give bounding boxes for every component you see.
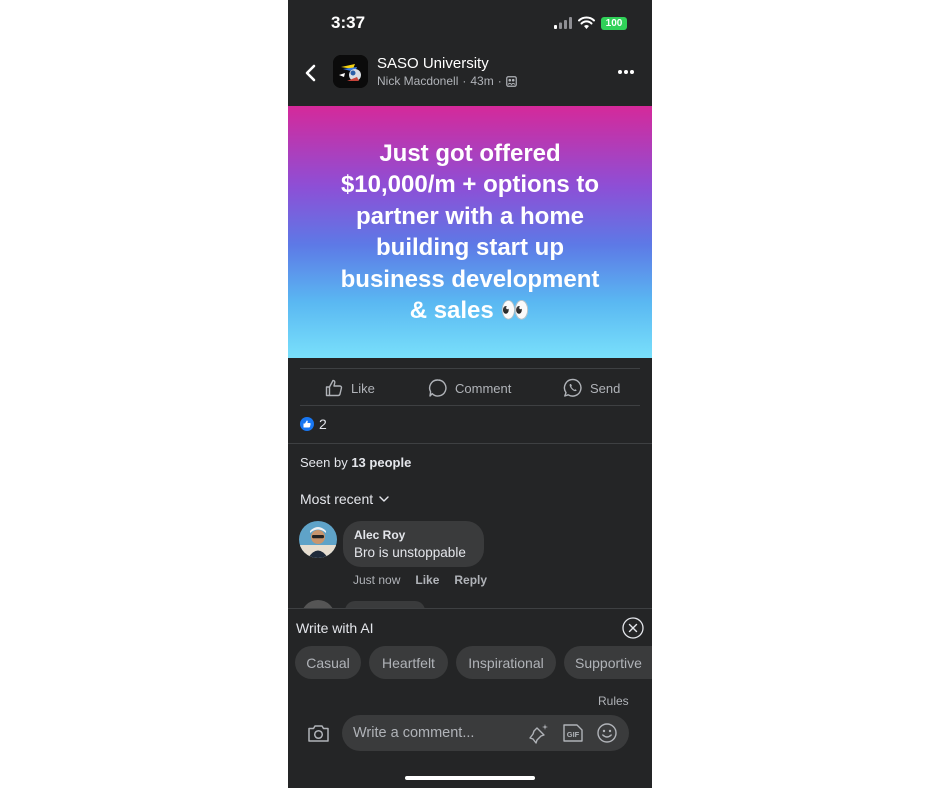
- ai-chip-casual[interactable]: Casual: [295, 646, 361, 679]
- post-actions-bar: Like Comment Send: [300, 368, 640, 406]
- reaction-count: 2: [319, 416, 327, 432]
- comment-bubble[interactable]: Alec Roy Bro is unstoppable: [343, 521, 484, 567]
- seen-prefix: Seen by: [300, 455, 352, 470]
- close-icon[interactable]: [622, 617, 644, 639]
- seen-by[interactable]: Seen by 13 people: [300, 455, 411, 470]
- battery-indicator: 100: [601, 17, 627, 30]
- comment-reply-link[interactable]: Reply: [454, 573, 487, 587]
- comment-composer[interactable]: GIF: [342, 715, 629, 751]
- phone-screen: 3:37 100 SASO University Nick Macdonell …: [288, 0, 652, 788]
- more-options-icon[interactable]: [617, 68, 635, 76]
- ai-sparkle-pin-icon[interactable]: [528, 722, 550, 744]
- home-indicator: [405, 776, 535, 780]
- status-bar: 3:37 100: [288, 0, 652, 46]
- post-header: SASO University Nick Macdonell · 43m ·: [288, 46, 652, 104]
- sort-dropdown[interactable]: Most recent: [300, 491, 389, 507]
- camera-icon[interactable]: [307, 723, 330, 743]
- like-reaction-icon: [300, 417, 314, 431]
- seen-count: 13 people: [351, 455, 412, 470]
- cellular-signal-icon: [554, 17, 572, 29]
- divider: [288, 443, 652, 444]
- svg-text:GIF: GIF: [567, 730, 580, 739]
- post-content[interactable]: Just got offered $10,000/m + options to …: [288, 106, 652, 358]
- meta-separator: ·: [497, 74, 502, 88]
- emoji-icon[interactable]: [596, 722, 618, 744]
- comment-label: Comment: [455, 380, 512, 396]
- comment-like-link[interactable]: Like: [415, 573, 439, 587]
- reactions-summary[interactable]: 2: [300, 416, 327, 432]
- post-text: Just got offered $10,000/m + options to …: [340, 139, 600, 325]
- back-arrow-icon[interactable]: [302, 63, 320, 83]
- post-time: 43m: [470, 74, 494, 88]
- comment-meta: Just now Like Reply: [353, 573, 487, 587]
- like-label: Like: [351, 380, 375, 396]
- sort-label: Most recent: [300, 491, 374, 507]
- write-with-ai-panel: Write with AI Casual Heartfelt Inspirati…: [288, 608, 652, 788]
- comment-text: Bro is unstoppable: [354, 545, 466, 560]
- comment-input[interactable]: [353, 715, 523, 751]
- avatar-photo: [299, 521, 337, 558]
- ai-panel-title: Write with AI: [296, 620, 374, 636]
- group-name[interactable]: SASO University: [377, 55, 489, 72]
- meta-separator: ·: [462, 74, 467, 88]
- comment-time: Just now: [353, 573, 401, 587]
- comment-bubble-icon: [428, 379, 447, 397]
- chevron-down-icon: [379, 496, 389, 502]
- post-meta: Nick Macdonell · 43m ·: [377, 74, 517, 88]
- ai-chip-supportive[interactable]: Supportive: [564, 646, 652, 679]
- whatsapp-icon: [563, 378, 582, 397]
- like-button[interactable]: Like: [324, 369, 375, 407]
- send-label: Send: [590, 380, 621, 396]
- send-button[interactable]: Send: [563, 369, 620, 407]
- comment-author[interactable]: Alec Roy: [354, 528, 473, 542]
- ai-chip-inspirational[interactable]: Inspirational: [456, 646, 556, 679]
- rules-link[interactable]: Rules: [598, 694, 629, 708]
- gif-icon[interactable]: GIF: [562, 723, 584, 743]
- group-audience-icon: [505, 75, 517, 87]
- thumbs-up-icon: [325, 379, 343, 397]
- group-logo-image: [333, 55, 368, 88]
- commenter-avatar[interactable]: [299, 521, 337, 558]
- status-time: 3:37: [331, 13, 366, 32]
- ai-chip-heartfelt[interactable]: Heartfelt: [369, 646, 448, 679]
- wifi-icon: [578, 16, 595, 29]
- author-name[interactable]: Nick Macdonell: [377, 74, 458, 88]
- group-avatar[interactable]: [333, 55, 368, 88]
- comment-button[interactable]: Comment: [428, 369, 511, 407]
